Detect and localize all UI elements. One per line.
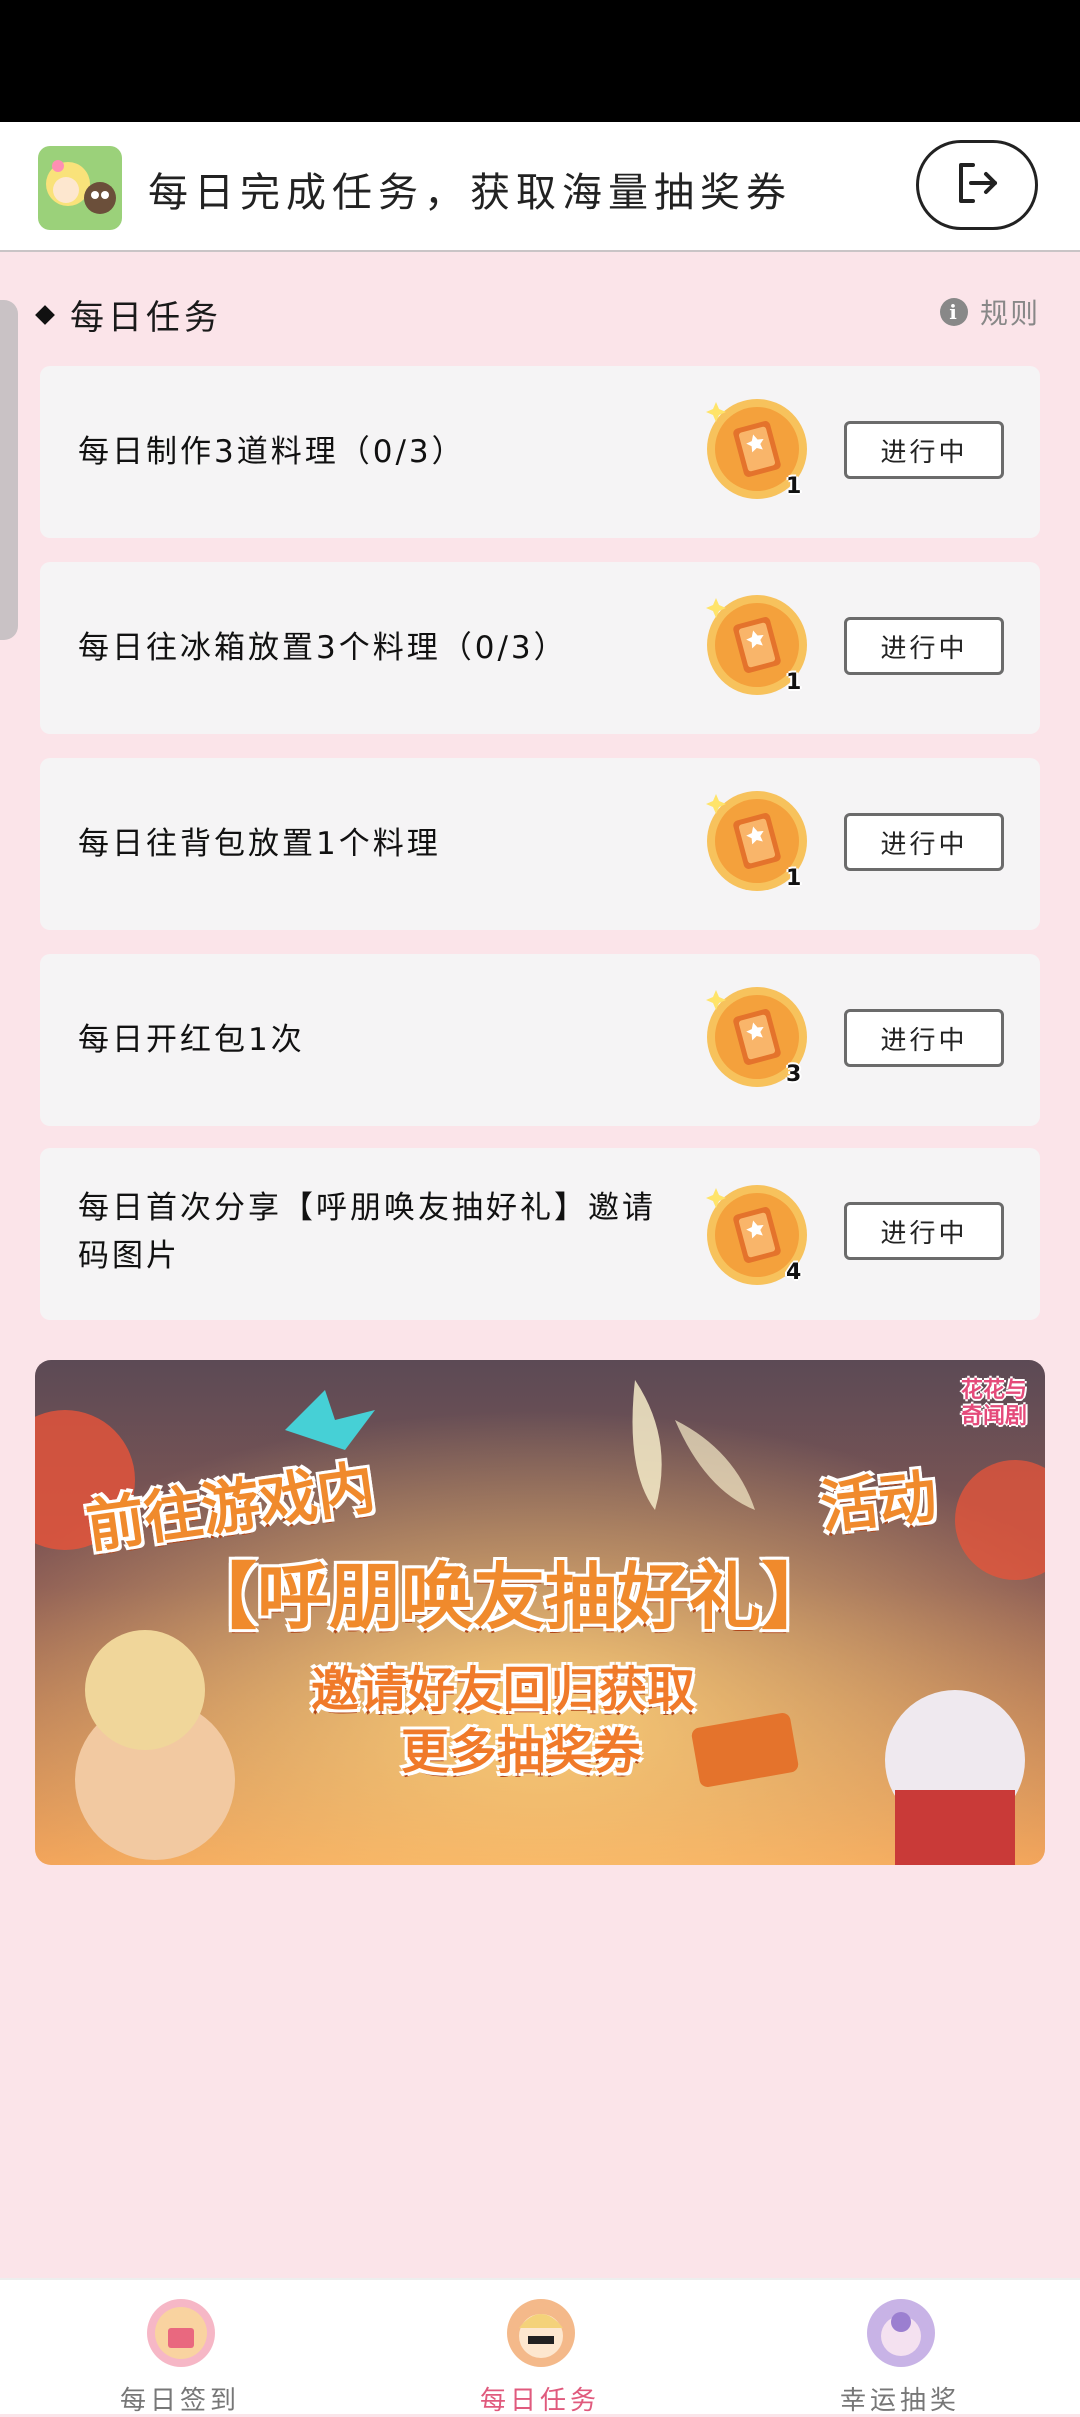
task-card: 每日首次分享【呼朋唤友抽好礼】邀请码图片 4 进行中 (40, 1148, 1040, 1320)
banner-line: 邀请好友回归获取 (311, 1662, 696, 1718)
reward-count: 1 (786, 866, 802, 891)
task-status-button[interactable]: 进行中 (844, 617, 1004, 675)
tab-daily-signin[interactable]: 每日签到 (30, 2280, 330, 2416)
promo-banner[interactable]: 花花与 奇闻剧 前往游戏内 活动 【呼朋唤友抽好礼】 邀请好友回归获取 更多抽奖… (35, 1360, 1045, 1865)
banner-line: 【呼朋唤友抽好礼】 (185, 1555, 834, 1639)
task-label: 每日开红包1次 (78, 1022, 305, 1058)
lucky-draw-icon (866, 2298, 936, 2368)
task-label: 每日往背包放置1个料理 (78, 826, 441, 862)
reward-count: 3 (786, 1062, 802, 1087)
status-bar (0, 0, 1080, 122)
header: 每日完成任务，获取海量抽奖券 (0, 122, 1080, 252)
task-card: 每日往冰箱放置3个料理（0/3） 1 进行中 (40, 562, 1040, 734)
side-drawer-handle[interactable] (0, 300, 18, 640)
tab-label: 每日签到 (119, 2386, 240, 2416)
tab-label: 幸运抽奖 (839, 2386, 960, 2416)
task-card: 每日开红包1次 3 进行中 (40, 954, 1040, 1126)
tab-label: 每日任务 (479, 2386, 600, 2416)
avatar (38, 146, 122, 230)
exit-button[interactable] (916, 140, 1038, 230)
page-title: 每日完成任务，获取海量抽奖券 (148, 170, 792, 216)
daily-tasks-icon (506, 2298, 576, 2368)
section-title-label: 每日任务 (70, 298, 222, 338)
task-card: 每日往背包放置1个料理 1 进行中 (40, 758, 1040, 930)
task-status-button[interactable]: 进行中 (844, 1202, 1004, 1260)
bottom-tab-bar: 每日签到 每日任务 幸运抽奖 (0, 2278, 1080, 2416)
reward-count: 4 (786, 1260, 802, 1285)
info-icon: i (940, 298, 968, 326)
tab-daily-tasks[interactable]: 每日任务 (390, 2280, 690, 2416)
banner-line: 活动 (817, 1462, 940, 1542)
task-status-button[interactable]: 进行中 (844, 421, 1004, 479)
tab-lucky-draw[interactable]: 幸运抽奖 (750, 2280, 1050, 2416)
exit-icon (953, 159, 1001, 211)
reward-count: 1 (786, 670, 802, 695)
banner-line: 更多抽奖券 (401, 1724, 642, 1780)
daily-signin-icon (146, 2298, 216, 2368)
task-label: 每日制作3道料理（0/3） (78, 434, 466, 470)
task-status-button[interactable]: 进行中 (844, 1009, 1004, 1067)
rules-label: 规则 (980, 297, 1041, 330)
task-label: 每日首次分享【呼朋唤友抽好礼】邀请码图片 (78, 1190, 656, 1274)
task-card: 每日制作3道料理（0/3） 1 进行中 (40, 366, 1040, 538)
banner-logo: 花花与 奇闻剧 (961, 1378, 1028, 1429)
diamond-bullet-icon (35, 304, 55, 325)
reward-count: 1 (786, 474, 802, 499)
task-status-button[interactable]: 进行中 (844, 813, 1004, 871)
rules-link[interactable]: i 规则 (940, 292, 1040, 332)
section-title: 每日任务 (35, 290, 222, 339)
task-label: 每日往冰箱放置3个料理（0/3） (78, 630, 568, 666)
